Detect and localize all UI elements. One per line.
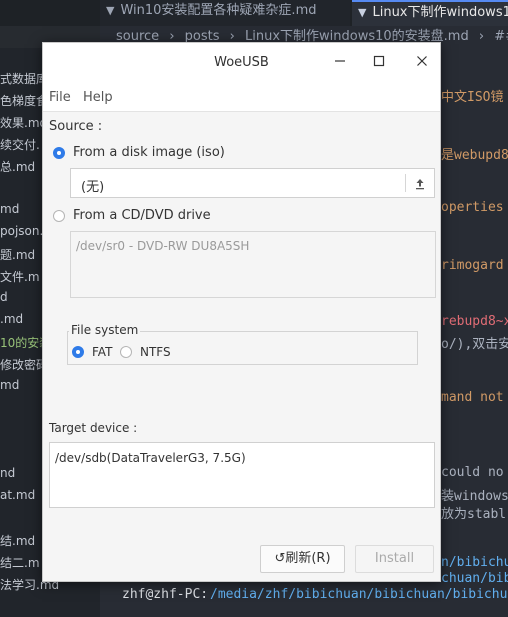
menu-file[interactable]: File bbox=[49, 90, 71, 105]
tab-label: Linux下制作windows1 bbox=[372, 5, 508, 20]
sidebar-item[interactable]: 式数据库 bbox=[0, 70, 48, 87]
editor-text: 装windows bbox=[441, 489, 508, 504]
filesystem-label: File system bbox=[69, 323, 141, 337]
field-divider bbox=[405, 174, 406, 192]
from-iso-label[interactable]: From a disk image (iso) bbox=[73, 145, 225, 160]
target-device-item[interactable]: /dev/sdb(DataTravelerG3, 7.5G) bbox=[55, 451, 246, 465]
tab-label: Win10安装配置各种疑难杂症.md bbox=[120, 3, 317, 18]
sidebar-item[interactable]: 文件.m bbox=[0, 268, 40, 285]
ntfs-label[interactable]: NTFS bbox=[140, 345, 171, 359]
sidebar-item[interactable]: 总.md bbox=[0, 158, 35, 175]
iso-path-field[interactable]: (无) bbox=[70, 168, 435, 198]
editor-text: 是webupd8 bbox=[441, 148, 508, 163]
terminal-text: chuan/bib bbox=[441, 571, 508, 586]
target-device-label: Target device : bbox=[49, 421, 138, 435]
menu-bar: File Help bbox=[43, 83, 440, 112]
refresh-icon: ↺ bbox=[274, 551, 286, 566]
editor-text: rebupd8~x bbox=[441, 314, 508, 329]
from-cd-radio[interactable] bbox=[53, 210, 65, 222]
file-icon: ▼ bbox=[358, 6, 367, 19]
from-iso-radio[interactable] bbox=[53, 147, 65, 159]
target-device-list[interactable]: /dev/sdb(DataTravelerG3, 7.5G) bbox=[49, 442, 435, 508]
fat-radio[interactable] bbox=[72, 346, 84, 358]
refresh-button[interactable]: ↺刷新(R) bbox=[260, 545, 345, 573]
terminal-prompt: zhf@zhf-PC: bbox=[122, 587, 209, 602]
sidebar-item[interactable]: nd bbox=[0, 466, 15, 480]
sidebar-item[interactable]: at.md bbox=[0, 488, 35, 502]
sidebar-item[interactable]: d bbox=[0, 290, 8, 304]
refresh-label: 刷新(R) bbox=[285, 551, 331, 566]
maximize-icon[interactable] bbox=[369, 53, 389, 73]
from-cd-label[interactable]: From a CD/DVD drive bbox=[73, 208, 211, 223]
ntfs-radio[interactable] bbox=[120, 346, 132, 358]
sidebar-item[interactable]: md bbox=[0, 378, 19, 392]
editor-text: 中文ISO镜 bbox=[441, 90, 504, 105]
cd-drive-list[interactable]: /dev/sr0 - DVD-RW DU8A5SH bbox=[70, 231, 436, 298]
browse-upload-icon[interactable] bbox=[413, 176, 427, 190]
editor-text: 放为stabl bbox=[441, 507, 507, 522]
install-button[interactable]: Install bbox=[355, 545, 434, 573]
menu-help[interactable]: Help bbox=[83, 90, 113, 105]
sidebar-item[interactable]: 题.md bbox=[0, 246, 35, 263]
woeusb-dialog: WoeUSB File Help Source : From a disk im… bbox=[42, 42, 441, 582]
sidebar-item[interactable]: 色梯度食 bbox=[0, 92, 48, 109]
editor-tab-bar: ▼ Win10安装配置各种疑难杂症.md ▼ Linux下制作windows1 bbox=[0, 0, 508, 26]
editor-text: operties bbox=[441, 200, 504, 215]
sidebar-item[interactable]: 结.md bbox=[0, 532, 35, 549]
sidebar-item[interactable]: pojson. bbox=[0, 224, 43, 238]
dialog-titlebar[interactable]: WoeUSB bbox=[43, 43, 440, 83]
sidebar-item[interactable]: 效果.md bbox=[0, 114, 47, 131]
editor-text: rimogard bbox=[441, 258, 504, 273]
close-icon[interactable] bbox=[412, 53, 432, 73]
terminal-path: /media/zhf/bibichuan/bibichuan/bibichu bbox=[210, 587, 508, 602]
sidebar-item[interactable]: 修改密码 bbox=[0, 356, 48, 373]
editor-text: could no bbox=[441, 465, 504, 480]
breadcrumb-item[interactable]: ## bbox=[494, 29, 508, 44]
sidebar-item[interactable]: .md bbox=[0, 312, 23, 326]
editor-text: o/),双击安 bbox=[441, 337, 508, 352]
sidebar-item[interactable]: 结二.m bbox=[0, 554, 40, 571]
minimize-icon[interactable] bbox=[330, 53, 350, 73]
file-icon: ▼ bbox=[106, 4, 115, 17]
chevron-right-icon: › bbox=[478, 29, 485, 44]
sidebar-item[interactable]: md bbox=[0, 202, 19, 216]
terminal-text: n/bibichu bbox=[441, 555, 508, 570]
iso-path-value: (无) bbox=[81, 180, 105, 195]
editor-text: mand not bbox=[441, 390, 504, 405]
editor-tab-linux[interactable]: ▼ Linux下制作windows1 bbox=[352, 0, 508, 26]
fat-label[interactable]: FAT bbox=[92, 345, 112, 359]
source-label: Source : bbox=[49, 119, 103, 134]
sidebar-item[interactable]: 续交付. bbox=[0, 136, 40, 153]
editor-tab-win10[interactable]: ▼ Win10安装配置各种疑难杂症.md bbox=[100, 0, 350, 26]
cd-drive-item[interactable]: /dev/sr0 - DVD-RW DU8A5SH bbox=[76, 239, 249, 253]
